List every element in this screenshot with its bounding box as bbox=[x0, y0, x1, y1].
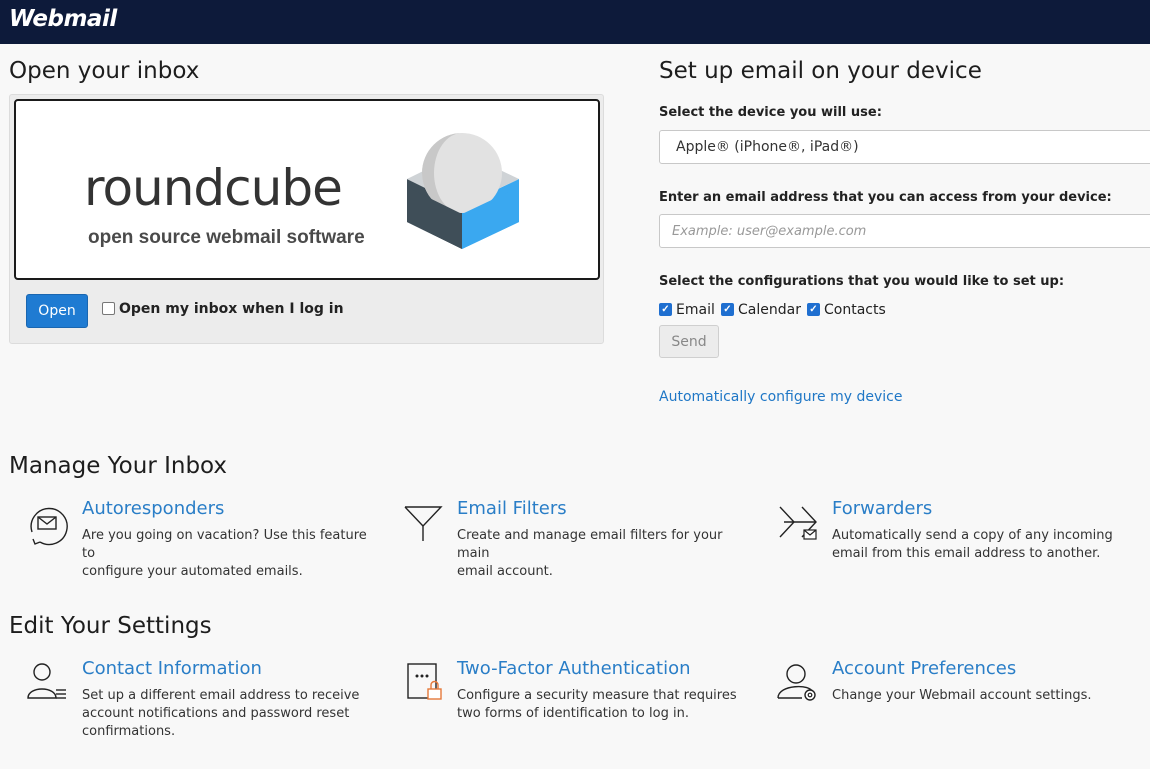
device-setup-heading: Set up email on your device bbox=[659, 58, 982, 84]
email-filters-description: Create and manage email filters for your… bbox=[457, 528, 723, 579]
open-inbox-panel: roundcube open source webmail software O… bbox=[9, 94, 604, 344]
calendar-config-checkbox[interactable]: ✓ bbox=[721, 303, 734, 316]
auto-configure-link[interactable]: Automatically configure my device bbox=[659, 389, 902, 405]
email-config-checkbox[interactable]: ✓ bbox=[659, 303, 672, 316]
configurations-label: Select the configurations that you would… bbox=[659, 274, 1065, 289]
roundcube-tagline: open source webmail software bbox=[88, 227, 365, 248]
open-on-login-label[interactable]: Open my inbox when I log in bbox=[119, 301, 344, 317]
two-factor-authentication-description: Configure a security measure that requir… bbox=[457, 688, 737, 721]
email-address-label: Enter an email address that you can acce… bbox=[659, 190, 1112, 205]
account-preferences-link[interactable]: Account Preferences bbox=[832, 658, 1016, 679]
user-gear-icon bbox=[777, 664, 816, 701]
filter-funnel-icon bbox=[404, 506, 443, 541]
edit-settings-heading: Edit Your Settings bbox=[9, 613, 212, 639]
top-header-bar: Webmail bbox=[0, 0, 1150, 44]
forwarders-description: Automatically send a copy of any incomin… bbox=[832, 528, 1113, 561]
email-address-input[interactable]: Example: user@example.com bbox=[659, 214, 1150, 248]
two-factor-authentication-link[interactable]: Two-Factor Authentication bbox=[457, 658, 691, 679]
autoresponders-description: Are you going on vacation? Use this feat… bbox=[82, 528, 367, 579]
forwarder-arrow-icon bbox=[779, 506, 817, 540]
autoresponder-icon bbox=[30, 507, 68, 546]
contacts-config-checkbox[interactable]: ✓ bbox=[807, 303, 820, 316]
roundcube-cube-icon bbox=[407, 133, 519, 249]
contacts-config-label[interactable]: Contacts bbox=[824, 302, 886, 318]
email-filters-link[interactable]: Email Filters bbox=[457, 498, 567, 519]
webmail-logo[interactable]: Webmail bbox=[9, 6, 117, 32]
calendar-config-label[interactable]: Calendar bbox=[738, 302, 801, 318]
send-button[interactable]: Send bbox=[659, 325, 719, 358]
autoresponders-link[interactable]: Autoresponders bbox=[82, 498, 224, 519]
open-inbox-button[interactable]: Open bbox=[26, 294, 88, 328]
device-select[interactable]: Apple® (iPhone®, iPad®) bbox=[659, 130, 1150, 164]
manage-inbox-heading: Manage Your Inbox bbox=[9, 453, 228, 479]
forwarders-link[interactable]: Forwarders bbox=[832, 498, 932, 519]
open-on-login-checkbox[interactable] bbox=[102, 302, 115, 315]
device-select-label: Select the device you will use: bbox=[659, 105, 882, 120]
email-config-label[interactable]: Email bbox=[676, 302, 715, 318]
account-preferences-description: Change your Webmail account settings. bbox=[832, 688, 1092, 703]
roundcube-wordmark: roundcube bbox=[84, 159, 343, 217]
roundcube-logo-card[interactable]: roundcube open source webmail software bbox=[14, 99, 600, 280]
contact-information-link[interactable]: Contact Information bbox=[82, 658, 262, 679]
contact-information-description: Set up a different email address to rece… bbox=[82, 688, 360, 739]
contact-person-icon bbox=[27, 663, 66, 699]
two-factor-lock-icon bbox=[407, 663, 442, 700]
open-inbox-heading: Open your inbox bbox=[9, 58, 200, 84]
